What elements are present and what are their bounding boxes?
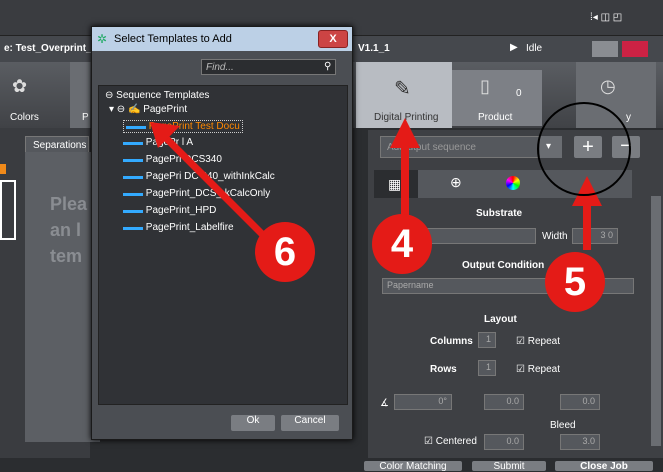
highlight-circle: [537, 102, 631, 196]
callout-arrows: [150, 102, 631, 250]
arrow-4: [390, 118, 420, 225]
callout-4: 4: [372, 214, 432, 274]
callout-6: 6: [255, 222, 315, 282]
arrow-5: [572, 176, 602, 250]
callout-5: 5: [545, 252, 605, 312]
arrow-6: [150, 122, 271, 243]
